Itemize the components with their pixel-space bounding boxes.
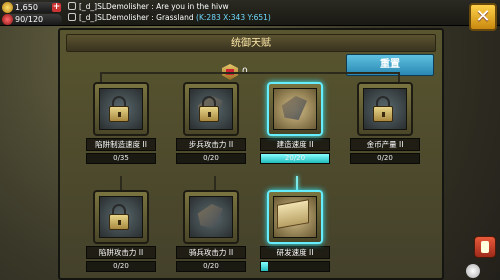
talent-name: 骑兵攻击力 II (176, 246, 246, 259)
talent-node[interactable]: 陷阱制造速度 II 0/35 (86, 82, 156, 164)
chat-icon (68, 2, 76, 10)
top-hud-bar: 1,650 + 90/120 [_d_]SLDemolisher : Are y… (0, 0, 500, 26)
notification-icon[interactable] (466, 264, 480, 278)
talent-node[interactable]: 陷阱攻击力 II 0/20 (86, 190, 156, 272)
talent-frame (267, 190, 323, 244)
talent-name: 步兵攻击力 II (176, 138, 246, 151)
add-gold-button[interactable]: + (52, 3, 61, 12)
talent-name: 金币产量 II (350, 138, 420, 151)
close-button[interactable]: ✕ (469, 3, 497, 31)
talent-frame (183, 190, 239, 244)
talent-node[interactable]: 研发速度 II (260, 190, 330, 272)
tree-connector (398, 72, 400, 82)
tree-connector (100, 72, 400, 74)
talent-name: 陷阱攻击力 II (86, 246, 156, 259)
talent-node[interactable]: 步兵攻击力 II 0/20 (176, 82, 246, 164)
talent-node[interactable]: 建造速度 II 20/20 (260, 82, 330, 164)
tree-connector-active (296, 176, 298, 190)
health-value: 90/120 (15, 15, 44, 24)
talent-progress: 0/20 (176, 153, 246, 164)
progress-fill (261, 262, 268, 271)
talent-frame (267, 82, 323, 136)
talent-progress: 20/20 (260, 153, 330, 164)
talent-node[interactable]: 金币产量 II 0/20 (350, 82, 420, 164)
talent-frame (183, 82, 239, 136)
panel-title-bar: 统御天赋 (66, 34, 436, 52)
map-coordinate-link[interactable]: (K:283 X:343 Y:651) (196, 13, 271, 22)
talent-frame (93, 190, 149, 244)
panel-title: 统御天赋 (231, 38, 271, 49)
talent-progress: 0/20 (86, 261, 156, 272)
tree-connector (120, 176, 122, 190)
talent-panel: 统御天赋 0 重置 陷阱制造速度 II 0/35 步兵攻击力 II 0/20 建… (58, 28, 444, 280)
backpack-icon[interactable] (474, 236, 496, 258)
talent-progress: 0/20 (176, 261, 246, 272)
talent-node[interactable]: 骑兵攻击力 II 0/20 (176, 190, 246, 272)
tree-connector (214, 176, 216, 190)
chat-feed[interactable]: [_d_]SLDemolisher : Are you in the hivw … (68, 1, 450, 25)
talent-frame (357, 82, 413, 136)
chat-message: [_d_]SLDemolisher : Are you in the hivw (68, 1, 450, 12)
chat-icon (68, 13, 76, 21)
talent-progress: 0/20 (350, 153, 420, 164)
talent-name: 陷阱制造速度 II (86, 138, 156, 151)
gold-value: 1,650 (15, 3, 38, 12)
gold-counter: 1,650 + (2, 2, 62, 13)
talent-progress (260, 261, 330, 272)
chat-message: [_d_]SLDemolisher : Grassland (K:283 X:3… (68, 12, 450, 23)
gold-coin-icon (2, 2, 13, 13)
talent-progress: 0/35 (86, 153, 156, 164)
talent-name: 研发速度 II (260, 246, 330, 259)
talent-frame (93, 82, 149, 136)
health-counter: 90/120 (2, 14, 62, 25)
heart-icon (2, 14, 13, 25)
talent-name: 建造速度 II (260, 138, 330, 151)
